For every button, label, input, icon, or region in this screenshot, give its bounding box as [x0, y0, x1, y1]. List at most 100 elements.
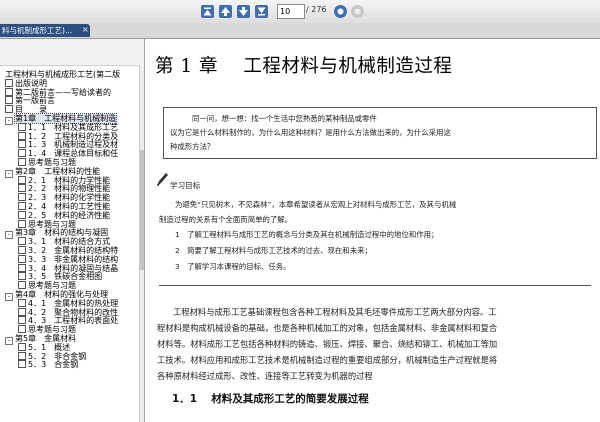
- bookmark-icon: [18, 351, 26, 360]
- bookmark-icon: [18, 298, 26, 307]
- bookmark-item[interactable]: 思考题与习题: [0, 157, 138, 167]
- bookmark-item[interactable]: 5．2 非合金钢: [0, 351, 138, 361]
- intro-line: 种成形方法？: [170, 142, 215, 151]
- bookmark-icon: [18, 131, 26, 140]
- bookmark-icon: [18, 175, 26, 184]
- bookmark-label: 1．4 课程总体目标和任: [28, 149, 119, 159]
- bookmark-item[interactable]: 2．5 材料的经济性能: [0, 210, 138, 220]
- last-page-icon[interactable]: [254, 4, 269, 19]
- bookmark-tree: 工程材料与机械成形工艺(第二版 出版说明 第二版前言——写给读者的 第一版前言目 录-…: [0, 70, 138, 369]
- goals-intro: 制造过程的关系有个全面而简单的了解。: [159, 215, 293, 224]
- bookmark-label: 2．3 材料的化学性能: [28, 193, 111, 203]
- bookmark-label: 3．1 材料的结合方式: [28, 237, 111, 247]
- bookmark-item[interactable]: 工程材料与机械成形工艺(第二版: [0, 70, 138, 79]
- bookmark-item[interactable]: 1．3 机械制造过程及材: [0, 140, 138, 149]
- bookmark-label: 第2章 工程材料的性能: [15, 166, 101, 176]
- body-line: 各种原材料经过成形、改性、连接等工艺转变为机器的过程: [157, 371, 373, 381]
- goal-item: 2 简要了解工程材料与成形工艺技术的过去、现在和未来；: [175, 246, 372, 255]
- bookmark-icon: [18, 184, 26, 193]
- bookmark-item[interactable]: 目 录: [0, 105, 138, 114]
- bookmark-label: 目 录: [15, 105, 47, 115]
- bookmark-item[interactable]: 4．2 聚合物材料的改性: [0, 307, 138, 317]
- bookmark-item[interactable]: 第一版前言: [0, 96, 138, 105]
- bookmark-icon: [18, 263, 26, 272]
- bookmark-item[interactable]: - 第5章 金属材料: [0, 333, 138, 345]
- bookmark-label: 第1章 工程材料与机械制造: [13, 112, 118, 124]
- bookmark-label: 5．1 概述: [28, 342, 71, 352]
- intro-line: 议为它是什么材料制作的，为什么用这种材料？是用什么方法做出来的，为什么采用这: [170, 128, 451, 137]
- bookmark-label: 2．4 材料的工艺性能: [28, 201, 111, 211]
- bookmark-item[interactable]: 思考题与习题: [0, 281, 138, 290]
- document-tab[interactable]: 料与机制成形工艺)...: [0, 24, 90, 37]
- prev-page-icon[interactable]: [218, 4, 233, 19]
- bookmark-label: 4．1 金属材料的热处理: [28, 298, 119, 308]
- bookmark-icon: [18, 122, 26, 131]
- bookmark-label: 2．2 材料的物理性能: [28, 184, 111, 194]
- section-title: 1．1 材料及其成形工艺的简要发展过程: [172, 393, 369, 405]
- bookmark-item[interactable]: - 第1章 工程材料与机械制造: [0, 112, 138, 125]
- bookmark-item[interactable]: 2．2 材料的物理性能: [0, 184, 138, 193]
- first-page-icon[interactable]: [200, 4, 215, 19]
- body-line: 程材料是构成机械设备的基础，也是各种机械加工的对象，包括金属材料、非金属材料和复…: [157, 323, 498, 333]
- zoom-out-icon[interactable]: [350, 4, 365, 19]
- zoom-in-icon[interactable]: [333, 4, 348, 19]
- page-number-input[interactable]: [277, 4, 305, 19]
- bookmark-item[interactable]: 5．1 概述: [0, 342, 138, 352]
- bookmark-item[interactable]: - 第3章 材料的结构与凝固: [0, 228, 138, 240]
- bookmark-icon: [18, 360, 26, 369]
- bookmark-icon: [18, 140, 26, 149]
- bookmark-item[interactable]: 3．4 材料的凝固与结晶: [0, 263, 138, 273]
- bookmark-label: 第一版前言: [15, 96, 55, 106]
- bookmark-item[interactable]: 2．3 材料的化学性能: [0, 193, 138, 202]
- intro-line: 同一问，想一想：找一个生活中您熟悉的某种制品或零件: [192, 114, 377, 123]
- bookmark-item[interactable]: 思考题与习题: [0, 325, 138, 334]
- bookmark-item[interactable]: 2．4 材料的工艺性能: [0, 201, 138, 211]
- bookmark-item[interactable]: 3．1 材料的结合方式: [0, 237, 138, 246]
- bookmark-icon: [18, 272, 26, 281]
- bookmark-label: 第4章 材料的强化与处理: [15, 289, 109, 299]
- bookmark-icon: [18, 210, 26, 219]
- bookmark-item[interactable]: 3．2 金属材料的结构特: [0, 245, 138, 255]
- toolbar: / 276: [0, 0, 600, 24]
- bookmark-label: 3．5 铁碳合金相图: [28, 272, 103, 282]
- divider: [159, 285, 591, 286]
- bookmark-item[interactable]: - 第2章 工程材料的性能: [0, 166, 138, 178]
- bookmark-item[interactable]: 1．1 材料及其成形工艺: [0, 122, 138, 132]
- goals-title: 学习目标: [170, 181, 201, 190]
- bookmark-item[interactable]: 4．3 工程材料的表面处: [0, 316, 138, 325]
- bookmark-icon: [18, 254, 26, 263]
- bookmark-icon: [18, 281, 26, 290]
- bookmark-label: 第5章 金属材料: [15, 333, 77, 343]
- bookmark-item[interactable]: 1．4 课程总体目标和任: [0, 149, 138, 158]
- bookmark-item[interactable]: 出版说明: [0, 78, 138, 88]
- bookmark-item[interactable]: 5．3 合金钢: [0, 360, 138, 369]
- tab-strip: 料与机制成形工艺)... ×: [0, 23, 600, 39]
- bookmark-icon: [18, 193, 26, 202]
- bookmark-label: 3．2 金属材料的结构特: [28, 245, 119, 255]
- goal-item: 1 了解工程材料与成形工艺的概念与分类及其在机械制造过程中的地位和作用；: [175, 230, 439, 239]
- document-page: 第 1 章 工程材料与机械制造过程 同一问，想一想：找一个生活中您熟悉的某种制品…: [145, 39, 600, 422]
- bookmark-icon: [18, 342, 26, 351]
- document-tab-label: 料与机制成形工艺)...: [2, 26, 73, 35]
- close-icon[interactable]: ×: [82, 26, 90, 34]
- bookmark-item[interactable]: 3．5 铁碳合金相图: [0, 272, 138, 281]
- pen-icon: [155, 172, 169, 188]
- bookmarks-sidebar: 工程材料与机械成形工艺(第二版 出版说明 第二版前言——写给读者的 第一版前言目 录-…: [0, 39, 145, 422]
- bookmark-label: 思考题与习题: [28, 157, 76, 167]
- bookmark-label: 5．3 合金钢: [28, 360, 79, 370]
- bookmark-icon: [5, 105, 13, 114]
- pdf-reader-window: / 276 料与机制成形工艺)... × 工程材料与机械成形工艺(第二版出版说明…: [0, 0, 600, 422]
- body-line: 工技术。材料应用和成形工艺技术是机械制造过程的重要组成部分，机械制造生产过程就是…: [157, 355, 498, 365]
- bookmark-item[interactable]: 3．3 非金属材料的结构: [0, 254, 138, 264]
- body-line: 材料等。材料成形工艺包括各种材料的铸造、锻压、焊接、聚合、烧结和铆工、机械加工等…: [157, 339, 498, 349]
- intro-box: 同一问，想一想：找一个生活中您熟悉的某种制品或零件 议为它是什么材料制作的，为什…: [163, 107, 597, 159]
- bookmark-icon: [18, 157, 26, 166]
- bookmark-icon: [18, 149, 26, 158]
- sidebar-header: [0, 39, 144, 66]
- next-page-icon[interactable]: [236, 4, 251, 19]
- bookmark-item[interactable]: 4．1 金属材料的热处理: [0, 298, 138, 308]
- bookmark-icon: [18, 245, 26, 254]
- bookmark-item[interactable]: - 第4章 材料的强化与处理: [0, 289, 138, 301]
- goal-item: 3 了解学习本课程的目标、任务。: [175, 262, 291, 271]
- bookmark-label: 2．5 材料的经济性能: [28, 210, 111, 220]
